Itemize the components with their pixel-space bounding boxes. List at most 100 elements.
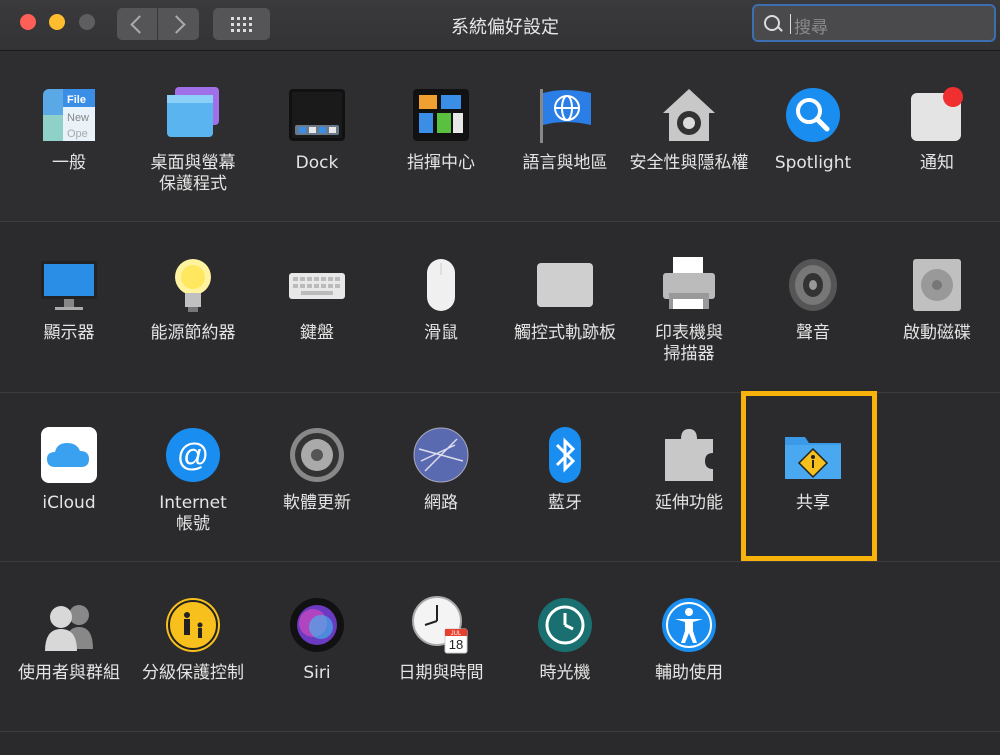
pref-notifications[interactable]: 通知	[875, 85, 999, 174]
close-button[interactable]	[20, 14, 36, 30]
pref-internet-accounts[interactable]: @ Internet 帳號	[131, 425, 255, 535]
pref-label: 通知	[920, 153, 954, 173]
pref-security-privacy[interactable]: 安全性與隱私權	[627, 85, 751, 174]
pref-mouse[interactable]: 滑鼠	[379, 255, 503, 344]
grid-icon	[231, 16, 252, 32]
spotlight-icon	[783, 85, 843, 145]
siri-icon	[287, 595, 347, 655]
forward-button[interactable]	[158, 8, 199, 40]
icloud-icon	[39, 425, 99, 485]
pref-accessibility[interactable]: 輔助使用	[627, 595, 751, 684]
security-privacy-icon	[659, 85, 719, 145]
network-icon	[411, 425, 471, 485]
extensions-icon	[659, 425, 719, 485]
desktop-screensaver-icon	[163, 85, 223, 145]
svg-text:File: File	[67, 94, 86, 106]
pref-software-update[interactable]: 軟體更新	[255, 425, 379, 514]
window-title: 系統偏好設定	[451, 17, 559, 38]
pref-label: Siri	[303, 663, 331, 683]
minimize-button[interactable]	[49, 14, 65, 30]
pref-label: 時光機	[539, 663, 591, 683]
pref-label: 聲音	[796, 323, 830, 343]
back-button[interactable]	[117, 8, 157, 40]
pref-label: Dock	[295, 153, 339, 173]
pref-label: 語言與地區	[522, 153, 608, 173]
trackpad-icon	[535, 255, 595, 315]
search-field[interactable]: 搜尋	[752, 4, 996, 42]
dock-icon	[287, 85, 347, 145]
bluetooth-icon	[535, 425, 595, 485]
pref-label: 輔助使用	[655, 663, 723, 683]
pref-keyboard[interactable]: 鍵盤	[255, 255, 379, 344]
search-icon	[764, 15, 780, 31]
software-update-icon	[287, 425, 347, 485]
pref-spotlight[interactable]: Spotlight	[751, 85, 875, 174]
row-divider	[0, 731, 1000, 732]
pref-network[interactable]: 網路	[379, 425, 503, 514]
text-caret	[790, 14, 791, 34]
pref-siri[interactable]: Siri	[255, 595, 379, 684]
pref-label: 印表機與 掃描器	[655, 323, 723, 364]
time-machine-icon	[535, 595, 595, 655]
pref-desktop-screensaver[interactable]: 桌面與螢幕 保護程式	[131, 85, 255, 195]
pref-extensions[interactable]: 延伸功能	[627, 425, 751, 514]
show-all-button[interactable]	[213, 8, 270, 40]
pref-time-machine[interactable]: 時光機	[503, 595, 627, 684]
language-region-icon	[535, 85, 595, 145]
pref-bluetooth[interactable]: 藍牙	[503, 425, 627, 514]
pref-users-groups[interactable]: 使用者與群組	[7, 595, 131, 684]
pref-label: 一般	[52, 153, 86, 173]
pref-language-region[interactable]: 語言與地區	[503, 85, 627, 174]
chevron-right-icon	[166, 14, 186, 34]
date-time-icon: JUL 18	[411, 595, 471, 655]
sharing-highlight-box	[741, 391, 877, 561]
pref-startup-disk[interactable]: 啟動磁碟	[875, 255, 999, 344]
startup-disk-icon	[907, 255, 967, 315]
pref-energy-saver[interactable]: 能源節約器	[131, 255, 255, 344]
accessibility-icon	[659, 595, 719, 655]
notifications-icon	[907, 85, 967, 145]
mouse-icon	[411, 255, 471, 315]
pref-label: 日期與時間	[398, 663, 484, 683]
pref-displays[interactable]: 顯示器	[7, 255, 131, 344]
pref-label: 使用者與群組	[18, 663, 120, 683]
parental-controls-icon	[163, 595, 223, 655]
displays-icon	[39, 255, 99, 315]
users-groups-icon	[39, 595, 99, 655]
pref-label: 鍵盤	[300, 323, 334, 343]
pref-label: 觸控式軌跡板	[514, 323, 616, 343]
pref-printer-scanner[interactable]: 印表機與 掃描器	[627, 255, 751, 365]
pref-general[interactable]: File New Ope 一般	[7, 85, 131, 174]
svg-text:Ope: Ope	[67, 128, 88, 140]
pref-label: 啟動磁碟	[903, 323, 971, 343]
pref-label: 延伸功能	[655, 493, 723, 513]
mission-control-icon	[411, 85, 471, 145]
pref-date-time[interactable]: JUL 18 日期與時間	[379, 595, 503, 684]
general-icon: File New Ope	[39, 85, 99, 145]
pref-trackpad[interactable]: 觸控式軌跡板	[503, 255, 627, 344]
pref-label: 能源節約器	[150, 323, 236, 343]
pref-label: Internet 帳號	[159, 493, 227, 534]
search-placeholder: 搜尋	[794, 18, 828, 38]
pref-label: iCloud	[42, 493, 96, 513]
pref-sound[interactable]: 聲音	[751, 255, 875, 344]
title-bar: 系統偏好設定 搜尋	[0, 0, 1000, 51]
pref-label: 顯示器	[43, 323, 95, 343]
pref-label: 軟體更新	[283, 493, 351, 513]
chevron-left-icon	[130, 14, 149, 34]
sound-icon	[783, 255, 843, 315]
pref-label: 網路	[424, 493, 458, 513]
pref-mission-control[interactable]: 指揮中心	[379, 85, 503, 174]
pref-label: 分級保護控制	[142, 663, 244, 683]
svg-text:New: New	[67, 112, 89, 124]
pref-label: 藍牙	[548, 493, 582, 513]
pref-label: 桌面與螢幕 保護程式	[150, 153, 236, 194]
pref-label: 安全性與隱私權	[629, 153, 749, 173]
svg-text:@: @	[177, 437, 209, 473]
keyboard-icon	[287, 255, 347, 315]
pref-parental-controls[interactable]: 分級保護控制	[131, 595, 255, 684]
pref-dock[interactable]: Dock	[255, 85, 379, 174]
pref-icloud[interactable]: iCloud	[7, 425, 131, 514]
printer-scanner-icon	[659, 255, 719, 315]
zoom-button[interactable]	[79, 14, 95, 30]
